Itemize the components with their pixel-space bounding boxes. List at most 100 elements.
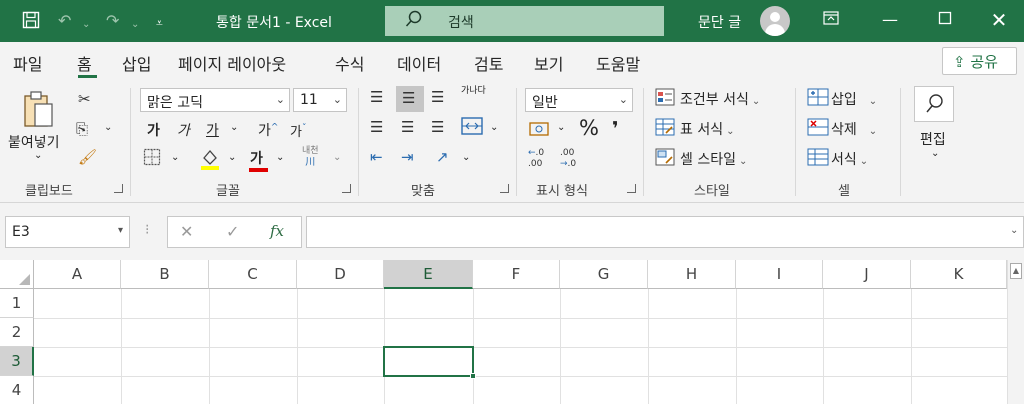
font-launcher-icon[interactable] [342,184,351,193]
row-header[interactable]: 2 [0,318,34,347]
row-header-selected[interactable]: 3 [0,347,34,376]
column-header[interactable]: H [648,260,736,289]
column-header[interactable]: B [121,260,209,289]
fill-color-dropdown-icon[interactable]: ⌄ [228,152,236,163]
fill-color-icon[interactable] [200,148,220,174]
font-name-select[interactable]: 맑은 고딕 ⌄ [140,88,290,112]
phonetic-guide-button[interactable]: 내천 川 [302,146,319,168]
shrink-font-button[interactable]: 가ˇ [290,121,306,140]
format-cells-button[interactable]: 서식 ⌄ [831,149,868,169]
save-icon[interactable] [22,11,40,34]
user-name[interactable]: 문단 글 [698,12,741,32]
column-header[interactable]: K [911,260,1007,289]
cut-icon[interactable]: ✂ [78,90,91,108]
number-format-select[interactable]: 일반 ⌄ [525,88,633,112]
expand-formula-icon[interactable]: ⌄ [1010,225,1018,236]
delete-cells-button[interactable]: 삭제 ⌄ [831,119,877,139]
customize-quick-access-icon[interactable]: ⩡ [156,13,163,33]
underline-button[interactable]: 가 [206,120,219,140]
tab-view[interactable]: 보기 [534,51,563,75]
paste-dropdown-icon[interactable]: ⌄ [34,150,42,161]
tab-data[interactable]: 데이터 [397,51,441,75]
undo-dropdown-icon[interactable]: ⌄ [82,15,90,35]
insert-cells-button[interactable]: 삽입 ⌄ [831,89,877,109]
close-icon[interactable]: ✕ [985,8,1013,32]
select-all-corner[interactable] [0,260,34,289]
cell-styles-icon[interactable] [655,148,675,170]
tab-formulas[interactable]: 수식 [335,51,364,75]
tab-review[interactable]: 검토 [474,51,503,75]
italic-button[interactable]: 가 [177,120,190,140]
maximize-icon[interactable] [931,8,959,32]
copy-dropdown-icon[interactable]: ⌄ [104,122,112,133]
redo-dropdown-icon[interactable]: ⌄ [131,15,139,35]
column-header[interactable]: C [209,260,297,289]
conditional-formatting-button[interactable]: 조건부 서식 ⌄ [680,89,760,109]
find-select-button[interactable] [914,86,954,122]
column-header-selected[interactable]: E [384,260,473,289]
formula-input[interactable]: ⌄ [306,216,1024,248]
merge-center-icon[interactable] [461,116,483,140]
clipboard-icon[interactable] [22,90,54,134]
formula-bar-splitter-icon[interactable]: ⁝ [145,222,149,238]
phonetic-dropdown-icon[interactable]: ⌄ [333,152,341,163]
decrease-decimal-button[interactable]: .00 →.0 [560,148,576,170]
align-center-icon[interactable]: ☰ [401,118,414,136]
align-middle-button[interactable]: ☰ [396,86,424,112]
tab-file[interactable]: 파일 [13,51,42,75]
minimize-icon[interactable]: — [876,8,904,32]
scroll-up-icon[interactable]: ▲ [1010,263,1022,279]
borders-dropdown-icon[interactable]: ⌄ [171,152,179,163]
selected-cell[interactable] [383,346,474,377]
font-color-button[interactable]: 가 [250,148,263,168]
copy-icon[interactable]: ⎘ [76,120,88,138]
comma-button[interactable]: ❜ [612,118,619,140]
worksheet-grid[interactable]: A B C D E F G H I J K 1 2 3 4 ▲ [0,260,1024,404]
conditional-formatting-icon[interactable] [655,88,675,110]
align-top-icon[interactable]: ☰ [370,88,383,106]
avatar[interactable] [760,6,790,36]
font-size-select[interactable]: 11 ⌄ [293,88,347,112]
column-header[interactable]: D [297,260,384,289]
accounting-dropdown-icon[interactable]: ⌄ [557,122,565,133]
format-cells-icon[interactable] [807,148,829,170]
accounting-format-icon[interactable] [529,120,551,142]
fill-handle[interactable] [470,373,476,379]
align-bottom-icon[interactable]: ☰ [431,88,444,106]
underline-dropdown-icon[interactable]: ⌄ [230,122,238,133]
tab-help[interactable]: 도움말 [596,51,640,75]
increase-indent-icon[interactable]: ⇥ [401,148,414,166]
align-left-icon[interactable]: ☰ [370,118,383,136]
share-button[interactable]: ⇪ 공유 [942,47,1017,75]
column-header[interactable]: J [823,260,911,289]
alignment-launcher-icon[interactable] [500,184,509,193]
bold-button[interactable]: 가 [147,120,160,140]
increase-decimal-button[interactable]: ←.0 .00 [528,148,544,170]
orientation-button[interactable]: 가나다 [461,86,486,96]
editing-button[interactable]: 편집 [920,129,946,149]
format-as-table-icon[interactable] [655,118,675,140]
enter-icon[interactable]: ✓ [226,222,239,241]
cancel-icon[interactable]: ✕ [180,222,193,241]
insert-cells-icon[interactable] [807,88,829,110]
font-color-dropdown-icon[interactable]: ⌄ [276,152,284,163]
tab-insert[interactable]: 삽입 [122,51,151,75]
editing-dropdown-icon[interactable]: ⌄ [931,148,939,159]
borders-icon[interactable] [143,148,161,170]
grow-font-button[interactable]: 가^ [258,120,278,140]
orientation-dropdown-icon[interactable]: ⌄ [462,152,470,163]
name-box[interactable]: E3 ▾ [5,216,130,248]
vertical-scrollbar[interactable] [1007,260,1024,404]
tab-home[interactable]: 홈 [77,51,92,75]
column-header[interactable]: I [736,260,823,289]
column-header[interactable]: A [34,260,121,289]
insert-function-icon[interactable]: fx [270,222,284,240]
merge-dropdown-icon[interactable]: ⌄ [490,122,498,133]
column-header[interactable]: G [560,260,648,289]
orientation-icon[interactable]: ↗ [436,148,449,166]
format-painter-icon[interactable]: 🖌 [78,148,97,166]
format-as-table-button[interactable]: 표 서식 ⌄ [680,119,734,139]
clipboard-launcher-icon[interactable] [114,184,123,193]
column-header[interactable]: F [473,260,560,289]
align-right-icon[interactable]: ☰ [431,118,444,136]
